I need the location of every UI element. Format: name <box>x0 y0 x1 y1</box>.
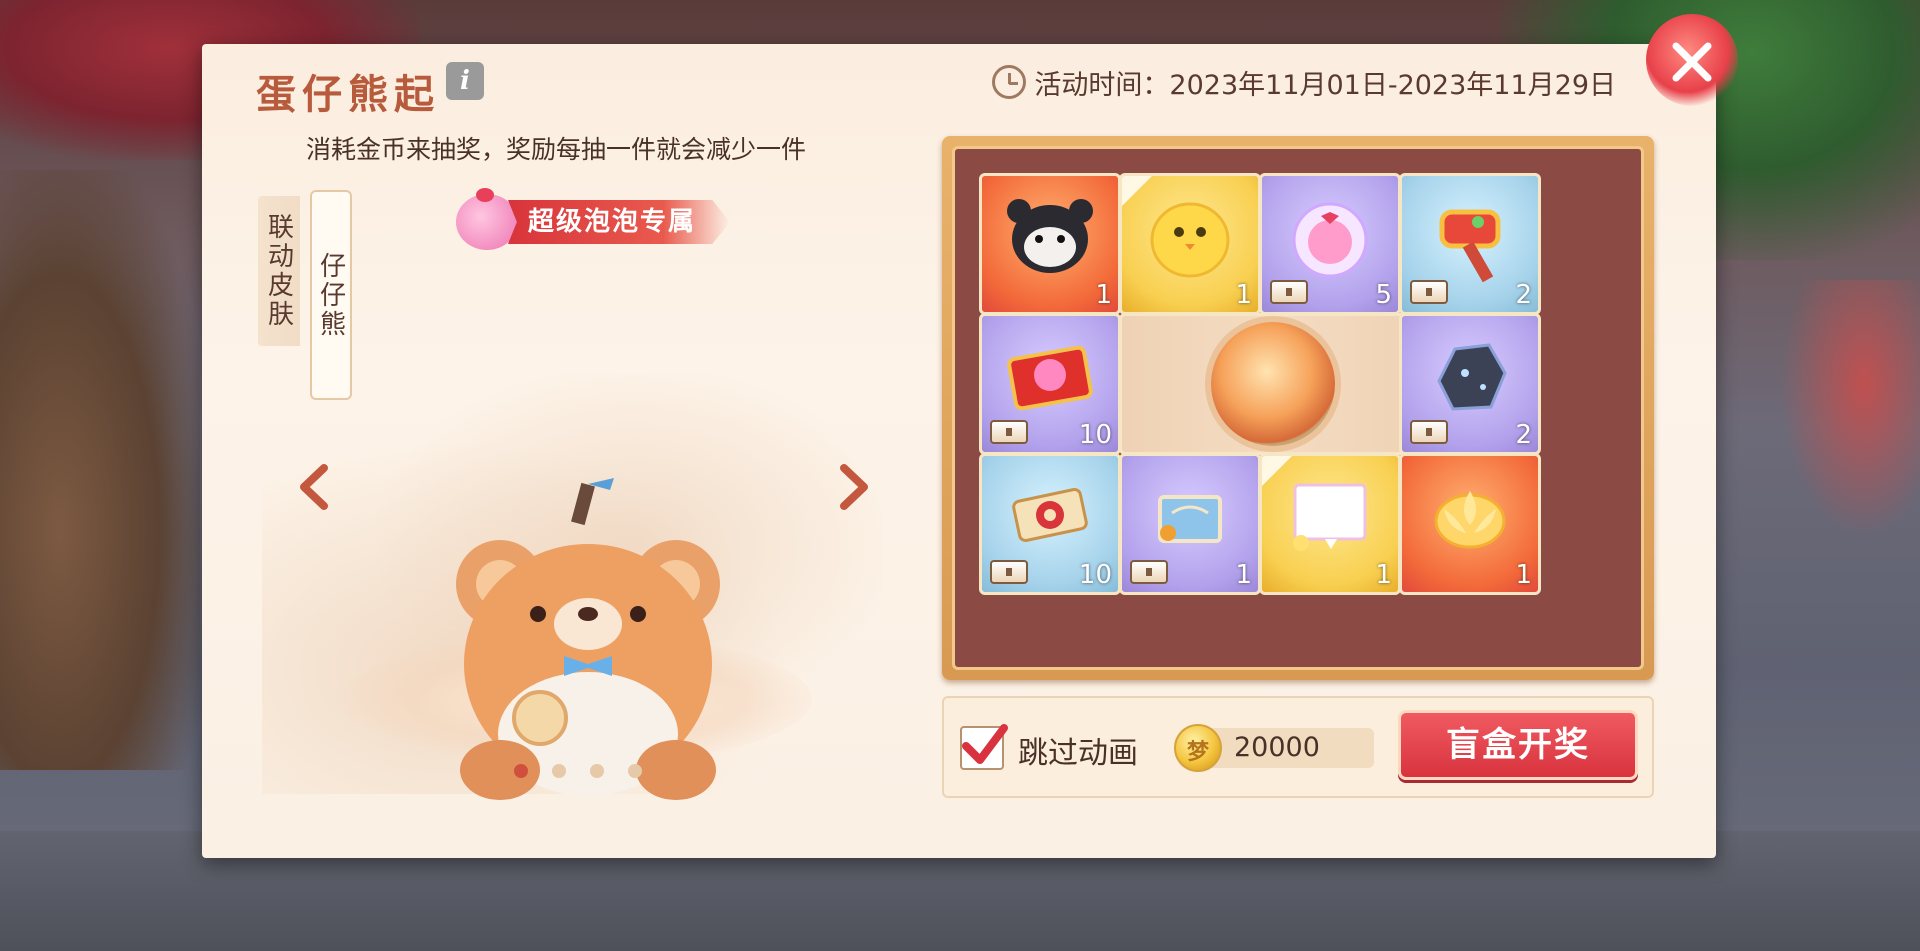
black-white-bear-skin-icon <box>1005 195 1095 283</box>
event-title: 蛋仔熊起 <box>256 71 440 118</box>
golden-lotus-icon <box>1422 475 1518 563</box>
coin-cost: 20000 <box>1174 724 1374 772</box>
pink-pet-icon <box>456 188 518 250</box>
skin-tabs: 联动皮肤 仔仔熊 <box>258 190 352 400</box>
blue-ore-stone-icon <box>1425 335 1515 423</box>
chest-icon <box>1270 280 1308 304</box>
red-scroll-icon <box>1002 475 1098 563</box>
coin-icon <box>1174 724 1222 772</box>
chest-icon <box>990 420 1028 444</box>
next-arrow-icon[interactable] <box>834 462 874 512</box>
prize-board: 1 1 5 2 10 2 10 1 1 1 <box>942 136 1654 680</box>
coin-amount: 20000 <box>1234 732 1320 763</box>
chest-icon <box>1130 560 1168 584</box>
carousel-dot[interactable] <box>514 764 528 778</box>
yellow-bird-costume-icon <box>1145 192 1235 286</box>
carousel-dot[interactable] <box>590 764 604 778</box>
center-orb-icon <box>1211 322 1335 446</box>
info-icon[interactable]: i <box>446 62 484 100</box>
tab-collab-skin[interactable]: 联动皮肤 <box>258 196 300 346</box>
prize-count: 1 <box>1235 560 1252 590</box>
event-description: 消耗金币来抽奖，奖励每抽一件就会减少一件 <box>306 135 807 164</box>
prize-count: 2 <box>1515 280 1532 310</box>
carousel-dot[interactable] <box>552 764 566 778</box>
prize-count: 10 <box>1078 420 1112 450</box>
chat-bubble-frame-icon <box>1285 477 1375 561</box>
skip-animation-checkbox[interactable] <box>960 724 1008 770</box>
chest-icon <box>1410 280 1448 304</box>
pink-card-ticket-icon <box>1002 335 1098 423</box>
background-cart <box>0 170 200 770</box>
prize-cell-black-white-bear-skin[interactable]: 1 <box>979 173 1121 315</box>
prize-cell-yellow-bird-costume[interactable]: 1 <box>1119 173 1261 315</box>
prize-cell-blue-book-set[interactable]: 1 <box>1119 453 1261 595</box>
blue-book-set-icon <box>1142 475 1238 563</box>
close-button[interactable] <box>1646 14 1738 106</box>
carousel-dots <box>514 764 642 778</box>
prize-count: 2 <box>1515 420 1532 450</box>
prize-cell-pink-pet-bubble[interactable]: 5 <box>1259 173 1401 315</box>
prize-cell-chat-bubble-frame[interactable]: 1 <box>1259 453 1401 595</box>
zaizai-bear-preview <box>456 478 720 800</box>
carousel-dot[interactable] <box>628 764 642 778</box>
prev-arrow-icon[interactable] <box>294 462 334 512</box>
prize-count: 1 <box>1515 560 1532 590</box>
tab-zaizai-bear[interactable]: 仔仔熊 <box>310 190 352 400</box>
prize-cell-pink-card-ticket[interactable]: 10 <box>979 313 1121 455</box>
prize-count: 10 <box>1078 560 1112 590</box>
close-icon <box>1672 42 1712 82</box>
chest-icon <box>990 560 1028 584</box>
draw-center-orb <box>1119 313 1427 455</box>
prize-count: 5 <box>1375 280 1392 310</box>
prize-cell-red-scroll[interactable]: 10 <box>979 453 1121 595</box>
prize-cell-golden-lotus[interactable]: 1 <box>1399 453 1541 595</box>
pink-pet-bubble-icon <box>1285 192 1375 286</box>
prize-cell-golden-hammer[interactable]: 2 <box>1399 173 1541 315</box>
draw-controls: 跳过动画 20000 盲盒开奖 <box>942 696 1654 798</box>
skip-animation-label: 跳过动画 <box>1018 736 1138 771</box>
chest-icon <box>1410 420 1448 444</box>
prize-grid: 1 1 5 2 10 2 10 1 1 1 <box>952 146 1644 670</box>
open-blind-box-button[interactable]: 盲盒开奖 <box>1398 710 1638 780</box>
prize-count: 1 <box>1235 280 1252 310</box>
activity-time-text: 活动时间：2023年11月01日-2023年11月29日 <box>1034 69 1616 101</box>
super-bubble-badge: 超级泡泡专属 <box>456 188 731 250</box>
prize-count: 1 <box>1375 560 1392 590</box>
badge-label: 超级泡泡专属 <box>508 200 731 244</box>
checkmark-icon <box>962 724 1008 764</box>
clock-icon <box>992 65 1027 99</box>
prize-count: 1 <box>1095 280 1112 310</box>
prize-cell-blue-ore-stone[interactable]: 2 <box>1399 313 1541 455</box>
event-panel: 蛋仔熊起 i 活动时间：2023年11月01日-2023年11月29日 消耗金币… <box>202 44 1716 858</box>
golden-hammer-icon <box>1422 192 1518 286</box>
background-lantern <box>1780 280 1920 540</box>
activity-time: 活动时间：2023年11月01日-2023年11月29日 <box>992 60 1616 104</box>
